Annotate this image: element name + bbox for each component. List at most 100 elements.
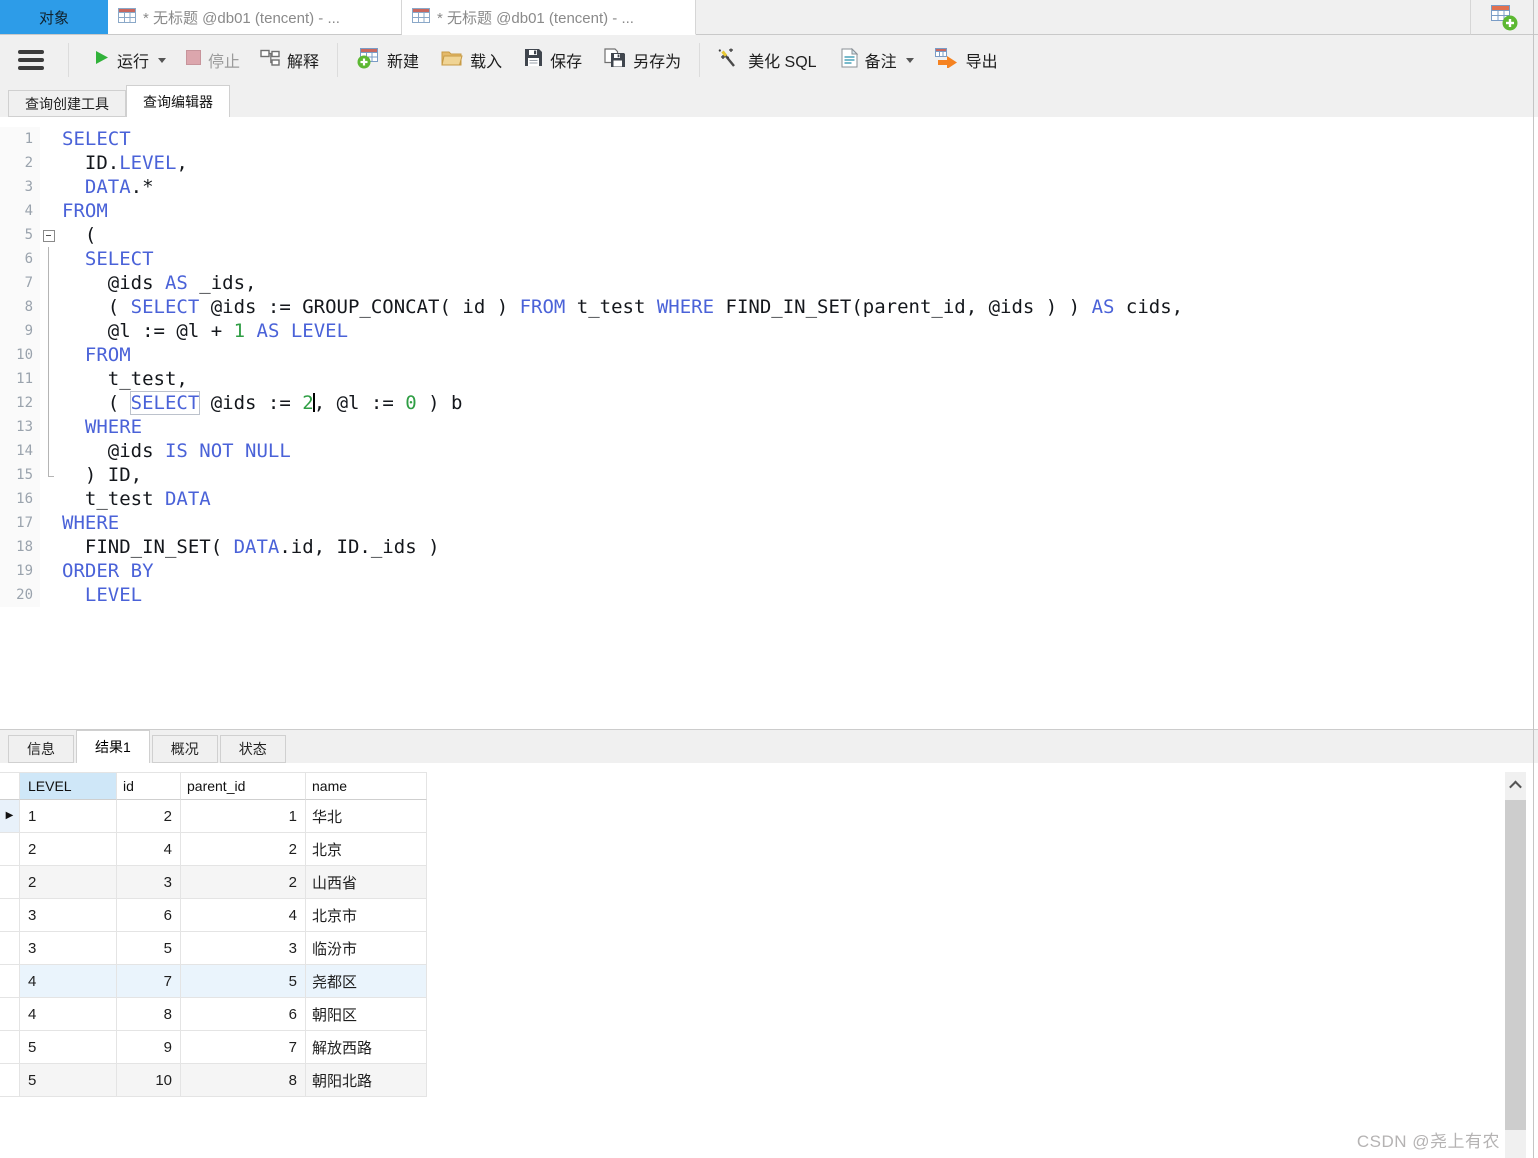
row-selector[interactable] — [0, 899, 20, 932]
tab-objects[interactable]: 对象 — [0, 0, 108, 35]
cell-name[interactable]: 北京市 — [306, 899, 427, 932]
cell-LEVEL[interactable]: 4 — [20, 998, 117, 1031]
cell-id[interactable]: 4 — [117, 833, 181, 866]
code-line[interactable]: 19ORDER BY — [0, 559, 1538, 583]
tab-query-2[interactable]: * 无标题 @db01 (tencent) - ... — [402, 0, 696, 35]
code-line[interactable]: 6 SELECT — [0, 247, 1538, 271]
cell-LEVEL[interactable]: 1 — [20, 800, 117, 833]
save-as-button[interactable]: 另存为 — [596, 42, 689, 79]
table-row[interactable]: ▶121华北 — [0, 800, 427, 833]
code-line[interactable]: 2 ID.LEVEL, — [0, 151, 1538, 175]
table-row[interactable]: 242北京 — [0, 833, 427, 866]
cell-id[interactable]: 6 — [117, 899, 181, 932]
cell-LEVEL[interactable]: 2 — [20, 833, 117, 866]
cell-parent_id[interactable]: 2 — [181, 833, 306, 866]
menu-button[interactable] — [18, 50, 44, 70]
export-button[interactable]: 导出 — [926, 41, 1006, 79]
code-line[interactable]: 14 @ids IS NOT NULL — [0, 439, 1538, 463]
cell-name[interactable]: 朝阳区 — [306, 998, 427, 1031]
table-row[interactable]: 364北京市 — [0, 899, 427, 932]
sql-editor[interactable]: 1SELECT2 ID.LEVEL,3 DATA.*4FROM5 (6 SELE… — [0, 117, 1538, 729]
table-row[interactable]: 5108朝阳北路 — [0, 1064, 427, 1097]
code-line[interactable]: 13 WHERE — [0, 415, 1538, 439]
new-tab-button[interactable] — [1490, 4, 1520, 30]
cell-id[interactable]: 10 — [117, 1064, 181, 1097]
row-selector[interactable]: ▶ — [0, 800, 20, 833]
fold-toggle-icon[interactable] — [40, 223, 58, 247]
column-header-parent-id[interactable]: parent_id — [181, 772, 306, 800]
cell-parent_id[interactable]: 1 — [181, 800, 306, 833]
table-row[interactable]: 486朝阳区 — [0, 998, 427, 1031]
cell-id[interactable]: 5 — [117, 932, 181, 965]
cell-name[interactable]: 朝阳北路 — [306, 1064, 427, 1097]
comment-button[interactable]: 备注 — [833, 42, 922, 79]
row-selector[interactable] — [0, 1031, 20, 1064]
cell-id[interactable]: 7 — [117, 965, 181, 998]
scrollbar-up-button[interactable] — [1505, 772, 1526, 798]
tab-profile[interactable]: 概况 — [152, 735, 218, 763]
cell-name[interactable]: 临汾市 — [306, 932, 427, 965]
row-selector[interactable] — [0, 1064, 20, 1097]
cell-LEVEL[interactable]: 4 — [20, 965, 117, 998]
tab-query-builder[interactable]: 查询创建工具 — [8, 90, 126, 117]
cell-parent_id[interactable]: 8 — [181, 1064, 306, 1097]
cell-LEVEL[interactable]: 5 — [20, 1031, 117, 1064]
cell-id[interactable]: 8 — [117, 998, 181, 1031]
cell-parent_id[interactable]: 6 — [181, 998, 306, 1031]
cell-parent_id[interactable]: 5 — [181, 965, 306, 998]
cell-name[interactable]: 解放西路 — [306, 1031, 427, 1064]
column-header-level[interactable]: LEVEL — [20, 772, 117, 800]
column-header-id[interactable]: id — [117, 772, 181, 800]
tab-info[interactable]: 信息 — [8, 735, 74, 763]
code-line[interactable]: 17WHERE — [0, 511, 1538, 535]
cell-parent_id[interactable]: 4 — [181, 899, 306, 932]
cell-name[interactable]: 华北 — [306, 800, 427, 833]
cell-name[interactable]: 北京 — [306, 833, 427, 866]
cell-LEVEL[interactable]: 3 — [20, 899, 117, 932]
run-dropdown-icon[interactable] — [158, 58, 166, 63]
tab-query-editor[interactable]: 查询编辑器 — [126, 85, 230, 117]
cell-name[interactable]: 山西省 — [306, 866, 427, 899]
tab-result-1[interactable]: 结果1 — [76, 730, 150, 763]
cell-parent_id[interactable]: 7 — [181, 1031, 306, 1064]
code-line[interactable]: 16 t_test DATA — [0, 487, 1538, 511]
scrollbar-thumb[interactable] — [1505, 800, 1526, 1130]
code-line[interactable]: 12 ( SELECT @ids := 2, @l := 0 ) b — [0, 391, 1538, 415]
comment-dropdown-icon[interactable] — [906, 58, 914, 63]
cell-LEVEL[interactable]: 5 — [20, 1064, 117, 1097]
column-header-name[interactable]: name — [306, 772, 427, 800]
code-line[interactable]: 10 FROM — [0, 343, 1538, 367]
cell-parent_id[interactable]: 2 — [181, 866, 306, 899]
tab-status[interactable]: 状态 — [220, 735, 286, 763]
code-line[interactable]: 20 LEVEL — [0, 583, 1538, 607]
beautify-sql-button[interactable]: 美化 SQL — [710, 42, 824, 79]
code-line[interactable]: 8 ( SELECT @ids := GROUP_CONCAT( id ) FR… — [0, 295, 1538, 319]
code-line[interactable]: 4FROM — [0, 199, 1538, 223]
code-line[interactable]: 7 @ids AS _ids, — [0, 271, 1538, 295]
cell-LEVEL[interactable]: 3 — [20, 932, 117, 965]
run-button[interactable]: 运行 — [85, 42, 174, 78]
table-row[interactable]: 597解放西路 — [0, 1031, 427, 1064]
table-row[interactable]: 353临汾市 — [0, 932, 427, 965]
row-selector[interactable] — [0, 965, 20, 998]
row-selector[interactable] — [0, 833, 20, 866]
code-line[interactable]: 1SELECT — [0, 127, 1538, 151]
cell-LEVEL[interactable]: 2 — [20, 866, 117, 899]
new-button[interactable]: 新建 — [348, 41, 427, 80]
cell-name[interactable]: 尧都区 — [306, 965, 427, 998]
row-selector[interactable] — [0, 932, 20, 965]
results-scrollbar[interactable] — [1505, 772, 1526, 1158]
row-selector[interactable] — [0, 866, 20, 899]
code-line[interactable]: 18 FIND_IN_SET( DATA.id, ID._ids ) — [0, 535, 1538, 559]
code-line[interactable]: 9 @l := @l + 1 AS LEVEL — [0, 319, 1538, 343]
save-button[interactable]: 保存 — [516, 42, 590, 78]
table-row[interactable]: 475尧都区 — [0, 965, 427, 998]
load-button[interactable]: 载入 — [433, 42, 510, 78]
row-selector[interactable] — [0, 998, 20, 1031]
cell-id[interactable]: 2 — [117, 800, 181, 833]
explain-button[interactable]: 解释 — [252, 42, 327, 78]
table-row[interactable]: 232山西省 — [0, 866, 427, 899]
code-line[interactable]: 11 t_test, — [0, 367, 1538, 391]
cell-parent_id[interactable]: 3 — [181, 932, 306, 965]
code-line[interactable]: 5 ( — [0, 223, 1538, 247]
